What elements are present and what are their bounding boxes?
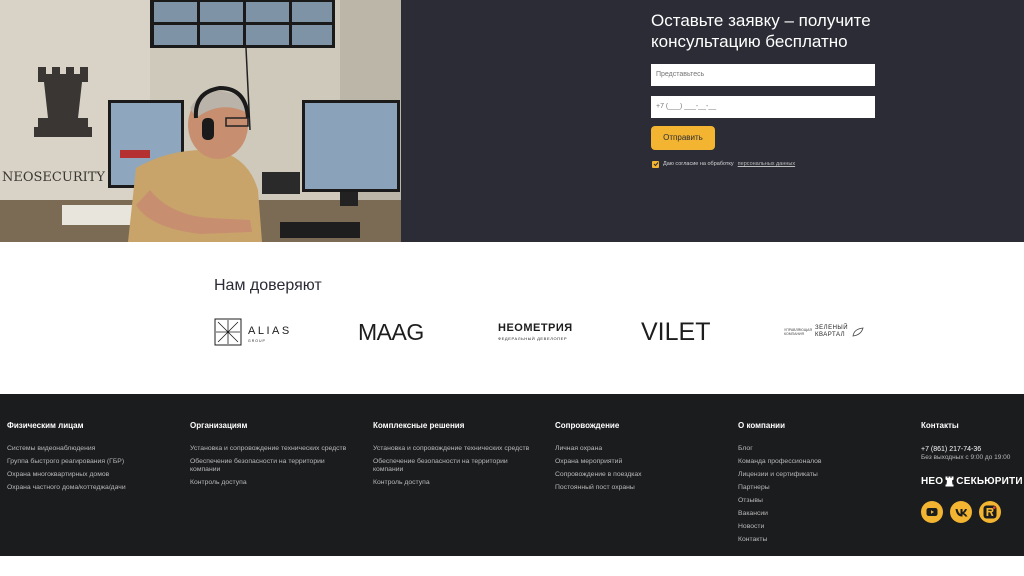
vk-icon (955, 508, 967, 516)
rook-icon (945, 476, 954, 487)
footer: Физическим лицам Системы видеонаблюдения… (0, 394, 1024, 556)
youtube-link[interactable] (921, 501, 943, 523)
footer-link[interactable]: Обеспечение безопасности на территории к… (190, 458, 350, 474)
footer-column-complex-solutions: Комплексные решения Установка и сопровож… (373, 421, 533, 492)
green-quarter-caption: УПРАВЛЯЮЩАЯ КОМПАНИЯ (784, 328, 812, 336)
leaf-icon (852, 327, 864, 337)
footer-link[interactable]: Охрана мероприятий (555, 458, 715, 466)
alias-sub: GROUP (248, 339, 266, 343)
form-title: Оставьте заявку – получите консультацию … (651, 11, 871, 51)
alias-mark-icon (214, 318, 242, 346)
footer-link[interactable]: Контакты (738, 536, 898, 544)
footer-link[interactable]: Системы видеонаблюдения (7, 445, 167, 453)
youtube-icon (926, 508, 938, 516)
footer-heading: Контакты (921, 421, 959, 430)
footer-link[interactable]: Установка и сопровождение технических ср… (373, 445, 533, 453)
footer-link[interactable]: Охрана частного дома/коттеджа/дачи (7, 484, 167, 492)
footer-link[interactable]: Лицензии и сертификаты (738, 471, 898, 479)
hero-section: NEOSECURITY Оставьте заявку – получите к… (0, 0, 1024, 242)
footer-column-escort: Сопровождение Личная охрана Охрана мероп… (555, 421, 715, 497)
footer-link[interactable]: Вакансии (738, 510, 898, 518)
footer-link[interactable]: Группа быстрого реагирования (ГБР) (7, 458, 167, 466)
rutube-icon (983, 505, 997, 519)
footer-heading: О компании (738, 421, 785, 430)
footer-link[interactable]: Постоянный пост охраны (555, 484, 715, 492)
alias-group-logo: ALIAS GROUP (214, 318, 292, 346)
footer-column-organizations: Организациям Установка и сопровождение т… (190, 421, 350, 492)
footer-column-about: О компании Блог Команда профессионалов Л… (738, 421, 898, 549)
footer-link[interactable]: Команда профессионалов (738, 458, 898, 466)
alias-name: ALIAS (248, 325, 292, 337)
consent-link[interactable]: персональных данных (738, 161, 795, 167)
footer-heading: Сопровождение (555, 421, 620, 430)
brand-left: НЕО (921, 476, 944, 487)
green-quarter-line2: КВАРТАЛ (815, 332, 846, 338)
footer-link[interactable]: Блог (738, 445, 898, 453)
consent-checkbox[interactable] (652, 160, 659, 168)
footer-link[interactable]: Личная охрана (555, 445, 715, 453)
submit-button[interactable]: Отправить (651, 126, 715, 150)
footer-link[interactable]: Новости (738, 523, 898, 531)
check-icon (653, 162, 658, 167)
name-input[interactable] (651, 64, 875, 86)
footer-link[interactable]: Контроль доступа (190, 479, 350, 487)
footer-column-contacts: Контакты +7 (861) 217-74-36 Без выходных… (921, 421, 1024, 523)
footer-link[interactable]: Обеспечение безопасности на территории к… (373, 458, 533, 474)
trusted-by-title: Нам доверяют (214, 277, 322, 294)
footer-link[interactable]: Контроль доступа (373, 479, 533, 487)
green-quarter-logo: УПРАВЛЯЮЩАЯ КОМПАНИЯ ЗЕЛЕНЫЙ КВАРТАЛ (784, 318, 864, 346)
neometria-logo: НЕОМЕТРИЯ ФЕДЕРАЛЬНЫЙ ДЕВЕЛОПЕР (498, 318, 573, 346)
footer-column-individuals: Физическим лицам Системы видеонаблюдения… (7, 421, 167, 497)
green-quarter-line1: ЗЕЛЕНЫЙ (815, 325, 849, 331)
working-hours: Без выходных с 9:00 до 19:00 (921, 454, 1011, 461)
phone-input[interactable] (651, 96, 875, 118)
consent-text: Даю согласие на обработку (663, 161, 734, 167)
vk-link[interactable] (950, 501, 972, 523)
footer-link[interactable]: Партнеры (738, 484, 898, 492)
trusted-by-section: Нам доверяют ALIAS GROUP MAAG НЕОМЕТРИЯ … (0, 242, 1024, 394)
footer-heading: Физическим лицам (7, 421, 84, 430)
brand-right: СЕКЬЮРИТИ (956, 476, 1023, 487)
footer-heading: Комплексные решения (373, 421, 465, 430)
maag-logo: MAAG (358, 318, 424, 345)
consent-row: Даю согласие на обработку персональных д… (652, 159, 795, 169)
footer-link[interactable]: Сопровождение в поездках (555, 471, 715, 479)
rutube-link[interactable] (979, 501, 1001, 523)
photo-wall-sign: NEOSECURITY (2, 170, 105, 185)
footer-link[interactable]: Охрана многоквартирных домов (7, 471, 167, 479)
neometria-name: НЕОМЕТРИЯ (498, 322, 573, 334)
security-operator-photo: NEOSECURITY (0, 0, 401, 242)
vilet-logo: VILET (641, 317, 711, 346)
neometria-sub: ФЕДЕРАЛЬНЫЙ ДЕВЕЛОПЕР (498, 336, 568, 341)
phone-link[interactable]: +7 (861) 217-74-36 (921, 445, 1024, 454)
social-links (921, 501, 1024, 523)
brand-logo[interactable]: НЕО СЕКЬЮРИТИ (921, 476, 1024, 487)
page-bottom-strip (0, 556, 1024, 576)
footer-link[interactable]: Установка и сопровождение технических ср… (190, 445, 350, 453)
footer-heading: Организациям (190, 421, 248, 430)
footer-link[interactable]: Отзывы (738, 497, 898, 505)
